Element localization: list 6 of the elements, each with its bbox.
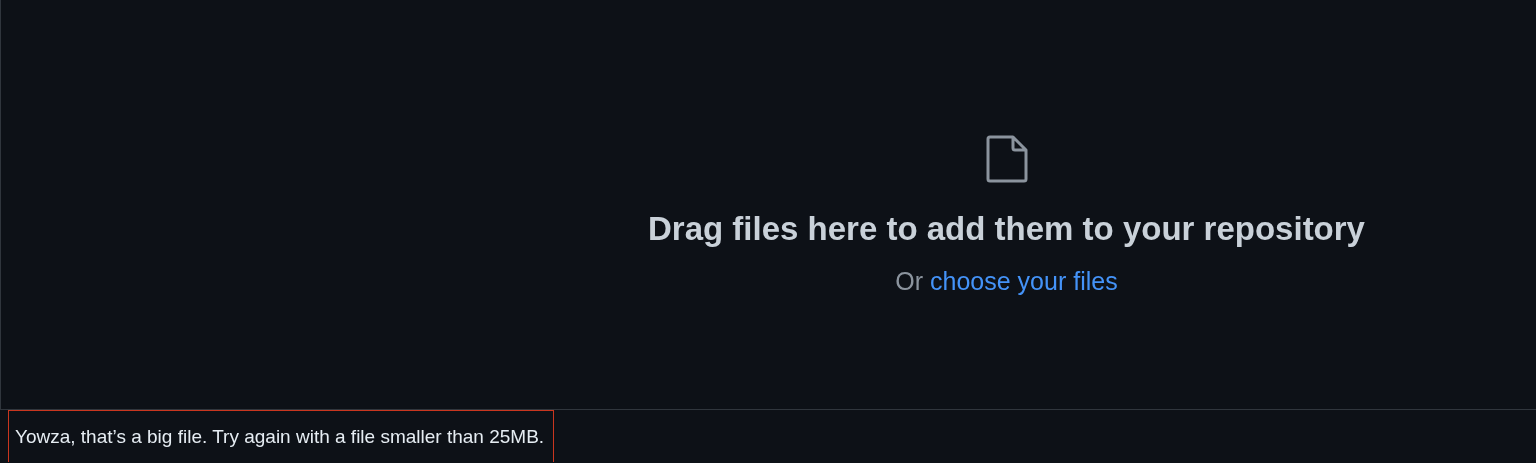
drop-zone[interactable]: Drag files here to add them to your repository Or choose your files xyxy=(0,0,1536,410)
or-text: Or xyxy=(895,267,924,295)
file-icon xyxy=(985,135,1028,183)
choose-files-link[interactable]: choose your files xyxy=(930,267,1118,295)
error-message: Yowza, that’s a big file. Try again with a file smaller than 25MB. xyxy=(8,410,555,462)
drop-heading: Drag files here to add them to your repository xyxy=(648,209,1365,249)
